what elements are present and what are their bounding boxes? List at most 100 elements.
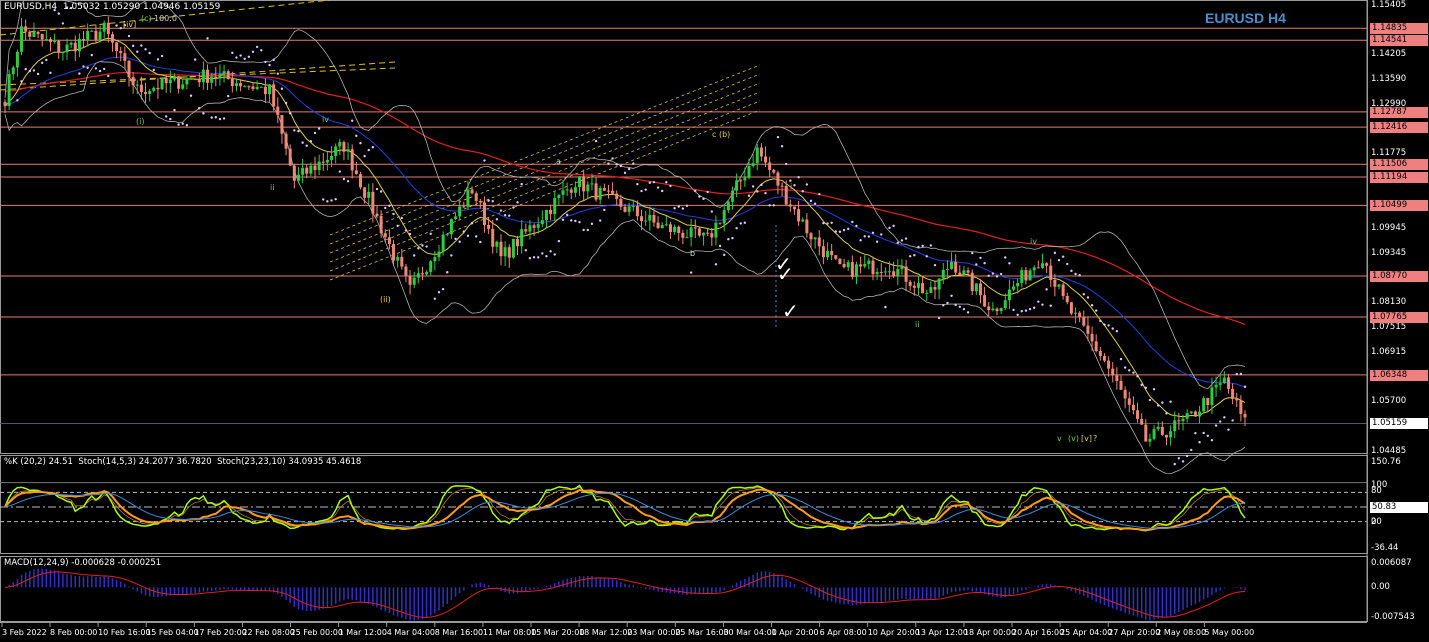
- candle-body: [1053, 279, 1057, 287]
- sar-dot: [665, 181, 668, 184]
- wave-label: (ii): [380, 295, 391, 304]
- sar-dot: [1185, 454, 1189, 458]
- candle-body: [912, 285, 916, 288]
- candle-body: [36, 32, 40, 34]
- sar-dot: [661, 189, 664, 193]
- sar-dot: [268, 63, 271, 67]
- candle-body: [668, 224, 672, 233]
- sar-dot: [1177, 457, 1181, 460]
- sar-dot: [632, 162, 635, 165]
- candle-body: [226, 71, 230, 80]
- candle-body: [689, 227, 693, 238]
- sar-dot: [1219, 420, 1222, 423]
- candle-body: [309, 165, 313, 174]
- sar-dot: [528, 257, 532, 260]
- stoch-min-label: -36.44: [1371, 543, 1399, 553]
- sar-dot: [731, 236, 734, 240]
- sar-dot: [888, 226, 891, 230]
- candle-body: [69, 42, 73, 45]
- sar-dot: [78, 72, 81, 75]
- sar-dot: [991, 272, 995, 275]
- sar-dot: [404, 229, 408, 232]
- candle-body: [24, 26, 28, 32]
- candle-body: [379, 216, 383, 234]
- sar-dot: [1210, 439, 1214, 442]
- sar-dot: [822, 221, 825, 225]
- candle-body: [491, 228, 495, 247]
- sar-dot: [1049, 304, 1052, 307]
- sar-dot: [797, 175, 800, 179]
- sar-dot: [718, 244, 722, 248]
- candle-body: [429, 261, 433, 272]
- candle-body: [44, 39, 48, 41]
- ohlc-open: 1.05032: [62, 2, 101, 12]
- candle-body: [875, 272, 879, 275]
- sar-dot: [884, 305, 887, 309]
- candle-body: [123, 53, 127, 61]
- candle-body: [396, 256, 400, 261]
- chart-canvas[interactable]: [0, 0, 1429, 642]
- sar-dot: [247, 55, 251, 58]
- candle-body: [821, 246, 825, 258]
- candle-body: [247, 86, 251, 88]
- sar-dot: [900, 239, 904, 242]
- sar-dot: [495, 218, 499, 221]
- candle-body: [478, 200, 482, 203]
- candle-body: [90, 30, 94, 32]
- macd-min-label: -0.007543: [1371, 612, 1415, 622]
- candle-body: [441, 234, 445, 252]
- candle-body: [28, 31, 32, 37]
- candle-body: [400, 256, 404, 267]
- candle-body: [635, 206, 639, 217]
- price-level-label: 1.12787: [1370, 106, 1428, 118]
- sar-dot: [1119, 357, 1123, 361]
- sar-dot: [326, 200, 329, 203]
- time-tick-label: 5 May 00:00: [1204, 628, 1255, 637]
- time-tick-label: 15 Feb 04:00: [146, 628, 199, 637]
- candle-body: [144, 92, 148, 95]
- sar-dot: [1066, 262, 1069, 266]
- sar-dot: [780, 145, 784, 148]
- candle-body: [801, 219, 805, 222]
- stoch-current-label: 50.83: [1370, 501, 1428, 513]
- sar-dot: [851, 220, 854, 224]
- candle-body: [48, 39, 52, 42]
- sar-dot: [355, 134, 358, 138]
- checkmark-icon: ✓: [782, 299, 799, 323]
- candle-body: [346, 149, 350, 152]
- sar-dot: [334, 197, 337, 201]
- candle-body: [871, 260, 875, 275]
- macd-signal-line: [4, 571, 1246, 618]
- sar-dot: [694, 189, 697, 193]
- sar-dot: [470, 221, 474, 225]
- sar-dot: [524, 249, 527, 252]
- time-tick-label: 18 Mar 12:00: [579, 628, 633, 637]
- time-tick-label: 1 Apr 20:00: [771, 628, 819, 637]
- sar-dot: [512, 206, 515, 209]
- sar-dot: [785, 162, 788, 166]
- candle-body: [652, 214, 656, 223]
- price-tick-label: 1.11775: [1371, 148, 1407, 159]
- sar-dot: [454, 237, 457, 241]
- time-tick-label: 4 Mar 04:00: [386, 628, 436, 637]
- candle-body: [772, 169, 776, 173]
- sar-dot: [520, 182, 523, 186]
- candle-body: [416, 273, 420, 278]
- sar-dot: [1140, 383, 1143, 387]
- sar-dot: [1033, 306, 1036, 309]
- sar-dot: [710, 210, 713, 213]
- candle-body: [999, 308, 1003, 312]
- candle-body: [1024, 270, 1028, 281]
- candle-body: [916, 283, 920, 288]
- sar-dot: [586, 228, 589, 232]
- candle-body: [619, 198, 623, 207]
- sar-dot: [1082, 292, 1086, 296]
- sar-dot: [243, 57, 246, 61]
- sar-dot: [983, 261, 986, 265]
- candle-body: [259, 86, 263, 88]
- sar-dot: [491, 200, 494, 203]
- sar-dot: [227, 94, 230, 98]
- candle-body: [272, 84, 276, 107]
- price-level-label: 1.10499: [1370, 200, 1428, 212]
- candle-body: [941, 269, 945, 279]
